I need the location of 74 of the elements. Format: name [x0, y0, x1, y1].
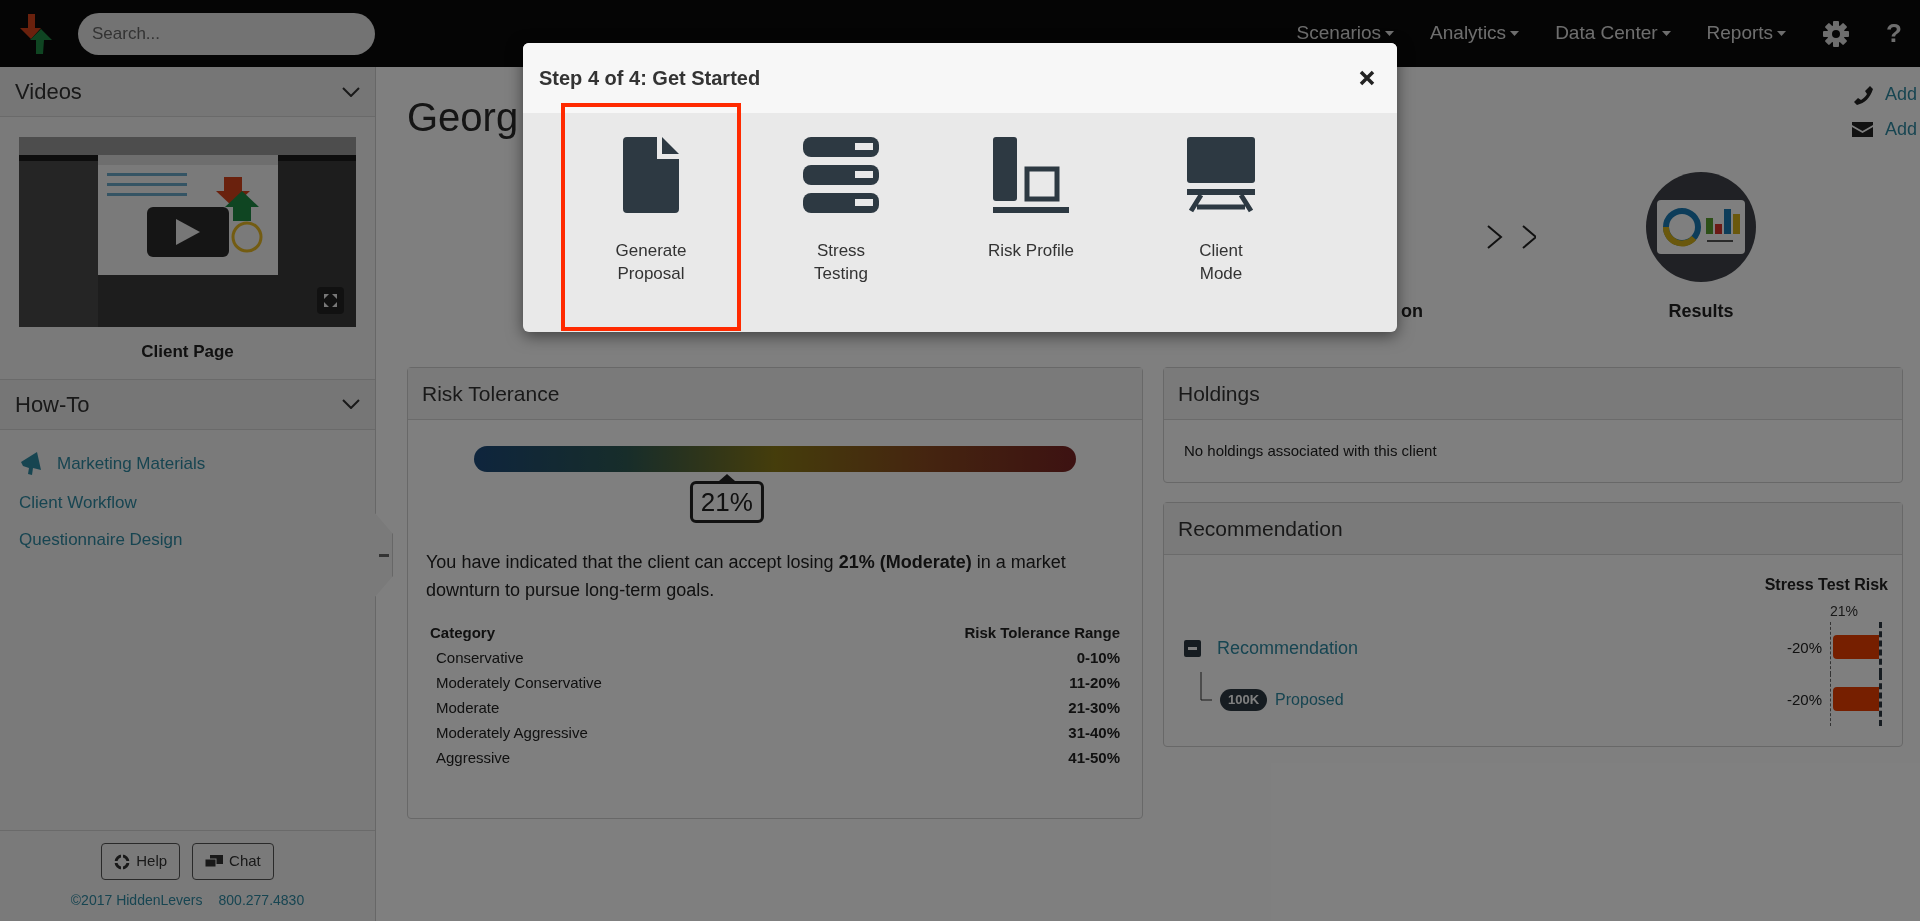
help-button[interactable]: Help [101, 843, 181, 880]
step-label: on [1401, 300, 1423, 323]
table-cell-text: Conservative [436, 648, 524, 669]
play-button[interactable] [147, 207, 229, 257]
play-icon [176, 219, 200, 245]
fullscreen-button[interactable] [317, 287, 344, 314]
nav-menu[interactable]: Analytics [1430, 19, 1520, 48]
threshold-label: 21% [1829, 602, 1858, 621]
panel-title: Risk Tolerance [422, 380, 560, 407]
copyright-text: ©2017 HiddenLevers [70, 891, 203, 910]
recommendation-link[interactable]: Recommendation [1217, 634, 1359, 662]
phone-icon [1852, 84, 1873, 105]
stress-reading: -20% [1786, 689, 1822, 710]
column-header: Stress Test Risk [1764, 575, 1888, 595]
step-label: Results [1668, 300, 1734, 323]
panel-title: Recommendation [1178, 515, 1343, 542]
get-started-option[interactable]: Generate Proposal [561, 103, 741, 331]
column-header: Risk Tolerance Range [964, 622, 1120, 643]
amount-badge: 100K [1220, 689, 1268, 711]
column-header: Category [430, 622, 496, 643]
envelope-icon [1851, 122, 1873, 137]
lifebuoy-icon [114, 853, 131, 870]
table-cell-text: 41-50% [1068, 748, 1120, 769]
table-cell-text: 11-20% [1069, 673, 1120, 694]
chevron-icon[interactable] [342, 399, 360, 409]
close-icon[interactable] [1359, 70, 1375, 86]
client-name: Georg [407, 94, 519, 141]
collapse-icon[interactable] [1184, 639, 1201, 657]
get-started-option[interactable]: Stress Testing [751, 103, 931, 331]
search-field[interactable]: Search... [78, 12, 375, 55]
dash-icon [378, 553, 389, 557]
sidebar-link[interactable]: Questionnaire Design [19, 527, 356, 553]
document-icon [623, 137, 679, 213]
presentation-icon [1187, 137, 1255, 213]
panel-title: Holdings [1178, 380, 1260, 407]
section-header[interactable]: Videos [0, 67, 375, 117]
phone-number: 800.277.4830 [218, 891, 305, 910]
table-cell-text: 31-40% [1068, 723, 1120, 744]
nav-menu[interactable]: Scenarios [1296, 19, 1395, 48]
tree-connector [1200, 672, 1212, 702]
report-chart-icon [1657, 200, 1745, 254]
table-cell-text: 0-10% [1076, 648, 1120, 669]
add-contact-link[interactable]: Add [1851, 81, 1917, 108]
stress-reading: -20% [1786, 637, 1822, 658]
video-caption: Client Page [141, 341, 234, 363]
empty-message: No holdings associated with this client [1184, 440, 1437, 461]
table-cell-text: Moderately Aggressive [436, 723, 588, 744]
recommendation-link[interactable]: Proposed [1275, 688, 1344, 712]
bar-chart-icon [993, 137, 1069, 213]
chat-button[interactable]: Chat [192, 843, 274, 880]
table-cell-text: Aggressive [436, 748, 511, 769]
settings-icon[interactable] [1822, 19, 1851, 48]
add-contact-link[interactable]: Add [1851, 116, 1917, 143]
server-stack-icon [803, 137, 879, 213]
modal-title: Step 4 of 4: Get Started [539, 66, 761, 91]
risk-reading: 21% [689, 481, 764, 523]
get-started-option[interactable]: Client Mode [1131, 103, 1311, 331]
sidebar-link[interactable]: Marketing Materials [19, 449, 356, 478]
fullscreen-icon [323, 293, 338, 308]
help-link[interactable]: ? [1886, 14, 1902, 53]
double-chevron-icon [1486, 225, 1536, 249]
chat-icon [205, 854, 224, 869]
table-cell-text: 21-30% [1068, 698, 1120, 719]
risk-summary: You have indicated that the client can accept losing 21% (Moderate) in a market downturn to pursue long-term goals. [425, 551, 1067, 602]
get-started-option[interactable]: Risk Profile [941, 103, 1121, 331]
chevron-icon[interactable] [342, 86, 360, 97]
nav-menu[interactable]: Reports [1706, 19, 1787, 48]
section-title: Videos [15, 78, 82, 106]
section-title: How-To [15, 390, 90, 419]
sidebar-link[interactable]: Client Workflow [19, 489, 356, 515]
section-header[interactable]: How-To [0, 379, 375, 430]
nav-menu[interactable]: Data Center [1555, 19, 1671, 48]
table-cell-text: Moderate [436, 698, 500, 719]
table-cell-text: Moderately Conservative [436, 673, 602, 694]
